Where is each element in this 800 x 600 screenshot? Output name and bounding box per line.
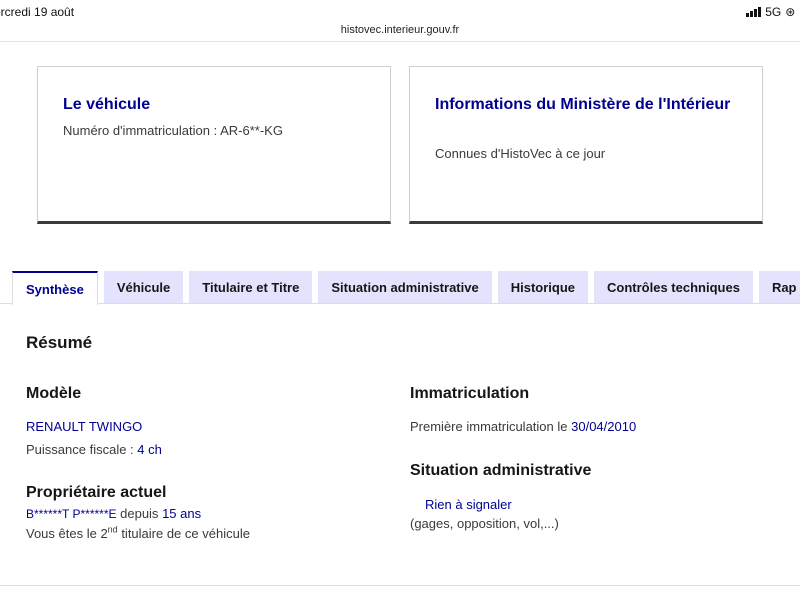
- owner-since-value: 15 ans: [162, 506, 202, 521]
- vehicle-card-title: Le véhicule: [63, 96, 151, 113]
- fiscal-power-label: Puissance fiscale :: [26, 442, 134, 457]
- address-bar[interactable]: histovec.interieur.gouv.fr: [0, 24, 800, 36]
- tab-bar: Synthèse Véhicule Titulaire et Titre Sit…: [12, 271, 800, 305]
- status-bar: ercredi 19 août 5G ⊛ 9: [0, 0, 800, 22]
- rotation-lock-icon: ⊛: [785, 5, 796, 19]
- tab-synthese[interactable]: Synthèse: [12, 271, 98, 305]
- admin-status-value: Rien à signaler: [425, 497, 512, 512]
- status-indicators: 5G ⊛ 9: [746, 5, 800, 19]
- fiscal-power: Puissance fiscale : 4 ch: [26, 442, 162, 457]
- signal-icon: [746, 7, 762, 17]
- admin-status-heading: Situation administrative: [410, 462, 592, 479]
- first-registration-label: Première immatriculation le: [410, 419, 568, 434]
- owner-line: B******T P******E depuis 15 ans: [26, 506, 201, 521]
- vehicle-card: Le véhicule Numéro d'immatriculation : A…: [37, 66, 391, 224]
- registration-heading: Immatriculation: [410, 385, 530, 402]
- owner-name: B******T P******E: [26, 507, 117, 521]
- owner-heading: Propriétaire actuel: [26, 484, 167, 501]
- tab-historique[interactable]: Historique: [497, 271, 589, 304]
- model-heading: Modèle: [26, 385, 82, 402]
- ministry-card-subtitle: Connues d'HistoVec à ce jour: [435, 146, 606, 161]
- owner-rank-prefix: Vous êtes le 2: [26, 526, 108, 541]
- tab-titulaire-titre[interactable]: Titulaire et Titre: [189, 271, 313, 304]
- ministry-card-title: Informations du Ministère de l'Intérieur: [435, 96, 731, 113]
- first-registration: Première immatriculation le 30/04/2010: [410, 419, 636, 434]
- summary-heading: Résumé: [26, 333, 93, 352]
- vehicle-card-plate: Numéro d'immatriculation : AR-6**-KG: [63, 123, 283, 138]
- first-registration-date: 30/04/2010: [571, 419, 637, 434]
- owner-rank-suffix: titulaire de ce véhicule: [121, 526, 250, 541]
- network-label: 5G: [765, 5, 782, 19]
- status-date: ercredi 19 août: [0, 5, 75, 19]
- model-name: RENAULT TWINGO: [26, 419, 143, 434]
- synthese-panel: Résumé Modèle RENAULT TWINGO Puissance f…: [0, 303, 800, 586]
- tab-controles-techniques[interactable]: Contrôles techniques: [594, 271, 753, 304]
- tab-situation-administrative[interactable]: Situation administrative: [318, 271, 492, 304]
- fiscal-power-value: 4 ch: [137, 442, 162, 457]
- ministry-card: Informations du Ministère de l'Intérieur…: [409, 66, 763, 224]
- toolbar-divider: [0, 41, 800, 42]
- owner-since-label: depuis: [120, 506, 159, 521]
- admin-status-details: (gages, opposition, vol,...): [410, 516, 559, 531]
- owner-rank: Vous êtes le 2nd titulaire de ce véhicul…: [26, 524, 250, 541]
- owner-rank-sup: nd: [107, 524, 118, 535]
- tab-rapport[interactable]: Rap: [758, 271, 800, 304]
- tab-vehicule[interactable]: Véhicule: [103, 271, 184, 304]
